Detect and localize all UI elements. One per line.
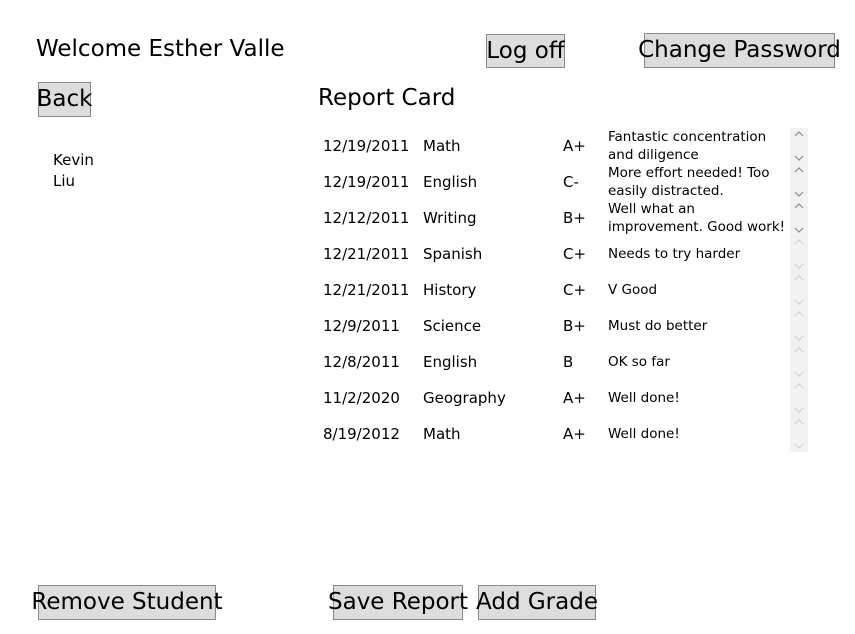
grade-date: 12/21/2011 — [323, 281, 410, 299]
grade-subject: Geography — [423, 389, 506, 407]
chevron-up-icon[interactable] — [794, 237, 804, 247]
comment-scrollbar[interactable] — [790, 380, 808, 416]
report-row[interactable]: 12/19/2011 Math A+ Fantastic concentration … — [323, 128, 808, 164]
grade-date: 12/12/2011 — [323, 209, 410, 227]
report-row[interactable]: 12/8/2011 English B OK so far — [323, 344, 808, 380]
student-first-name: Kevin — [53, 151, 94, 169]
grade-value: A+ — [563, 389, 586, 407]
comment-scrollbar[interactable] — [790, 344, 808, 380]
change-password-button[interactable]: Change Password — [638, 33, 841, 68]
grade-value: B+ — [563, 209, 586, 227]
grade-subject: Spanish — [423, 245, 483, 263]
grade-subject: Math — [423, 425, 461, 443]
comment-scrollbar[interactable] — [790, 200, 808, 236]
grade-comment[interactable]: Fantastic concentration and diligence — [608, 128, 786, 164]
chevron-up-icon[interactable] — [794, 417, 804, 427]
report-card-title: Report Card — [318, 85, 456, 111]
chevron-down-icon[interactable] — [794, 441, 804, 451]
chevron-up-icon[interactable] — [794, 165, 804, 175]
grade-comment[interactable]: V Good — [608, 272, 786, 308]
grade-subject: Math — [423, 137, 461, 155]
add-grade-button[interactable]: Add Grade — [476, 585, 598, 620]
chevron-down-icon[interactable] — [794, 225, 804, 235]
chevron-down-icon[interactable] — [794, 261, 804, 271]
app-window: Welcome Esther Valle Log off Change Pass… — [0, 0, 855, 634]
chevron-down-icon[interactable] — [794, 333, 804, 343]
grade-value: A+ — [563, 137, 586, 155]
chevron-up-icon[interactable] — [794, 201, 804, 211]
grade-value: C+ — [563, 245, 587, 263]
chevron-down-icon[interactable] — [794, 297, 804, 307]
save-report-button[interactable]: Save Report — [328, 585, 468, 620]
chevron-up-icon[interactable] — [794, 345, 804, 355]
chevron-down-icon[interactable] — [794, 369, 804, 379]
grade-subject: Writing — [423, 209, 477, 227]
grade-date: 12/9/2011 — [323, 317, 400, 335]
welcome-text: Welcome Esther Valle — [36, 36, 285, 62]
grade-comment[interactable]: Needs to try harder — [608, 236, 786, 272]
grade-comment[interactable]: Well done! — [608, 416, 786, 452]
grade-value: B — [563, 353, 574, 371]
student-last-name: Liu — [53, 172, 76, 190]
report-row[interactable]: 8/19/2012 Math A+ Well done! — [323, 416, 808, 452]
grade-value: C+ — [563, 281, 587, 299]
report-row[interactable]: 12/19/2011 English C- More effort needed! T… — [323, 164, 808, 200]
report-row[interactable]: 12/21/2011 Spanish C+ Needs to try harder — [323, 236, 808, 272]
grade-date: 8/19/2012 — [323, 425, 400, 443]
report-row[interactable]: 12/21/2011 History C+ V Good — [323, 272, 808, 308]
chevron-up-icon[interactable] — [794, 381, 804, 391]
grade-comment[interactable]: Must do better — [608, 308, 786, 344]
report-row[interactable]: 11/2/2020 Geography A+ Well done! — [323, 380, 808, 416]
grade-subject: Science — [423, 317, 482, 335]
report-row[interactable]: 12/12/2011 Writing B+ Well what an improvem… — [323, 200, 808, 236]
grade-date: 11/2/2020 — [323, 389, 400, 407]
grade-subject: English — [423, 173, 478, 191]
comment-scrollbar[interactable] — [790, 164, 808, 200]
report-row[interactable]: 12/9/2011 Science B+ Must do better — [323, 308, 808, 344]
chevron-down-icon[interactable] — [794, 189, 804, 199]
comment-scrollbar[interactable] — [790, 236, 808, 272]
grade-date: 12/19/2011 — [323, 173, 410, 191]
grade-comment[interactable]: Well done! — [608, 380, 786, 416]
chevron-down-icon[interactable] — [794, 153, 804, 163]
chevron-up-icon[interactable] — [794, 273, 804, 283]
comment-scrollbar[interactable] — [790, 416, 808, 452]
grade-comment[interactable]: More effort needed! Too easily distracte… — [608, 164, 786, 200]
remove-student-button[interactable]: Remove Student — [31, 585, 223, 620]
grade-date: 12/8/2011 — [323, 353, 400, 371]
comment-scrollbar[interactable] — [790, 128, 808, 164]
chevron-up-icon[interactable] — [794, 309, 804, 319]
grade-subject: History — [423, 281, 477, 299]
log-off-button[interactable]: Log off — [486, 34, 565, 68]
grade-subject: English — [423, 353, 478, 371]
chevron-down-icon[interactable] — [794, 405, 804, 415]
grade-date: 12/21/2011 — [323, 245, 410, 263]
student-item[interactable]: Kevin Liu — [53, 150, 94, 192]
comment-scrollbar[interactable] — [790, 308, 808, 344]
grade-value: B+ — [563, 317, 586, 335]
grade-value: A+ — [563, 425, 586, 443]
chevron-up-icon[interactable] — [794, 129, 804, 139]
grade-value: C- — [563, 173, 579, 191]
grade-date: 12/19/2011 — [323, 137, 410, 155]
student-list: Kevin Liu — [53, 150, 94, 192]
back-button[interactable]: Back — [37, 82, 92, 117]
comment-scrollbar[interactable] — [790, 272, 808, 308]
grade-comment[interactable]: Well what an improvement. Good work! — [608, 200, 786, 236]
report-card-table: 12/19/2011 Math A+ Fantastic concentration … — [323, 128, 808, 452]
grade-comment[interactable]: OK so far — [608, 344, 786, 380]
